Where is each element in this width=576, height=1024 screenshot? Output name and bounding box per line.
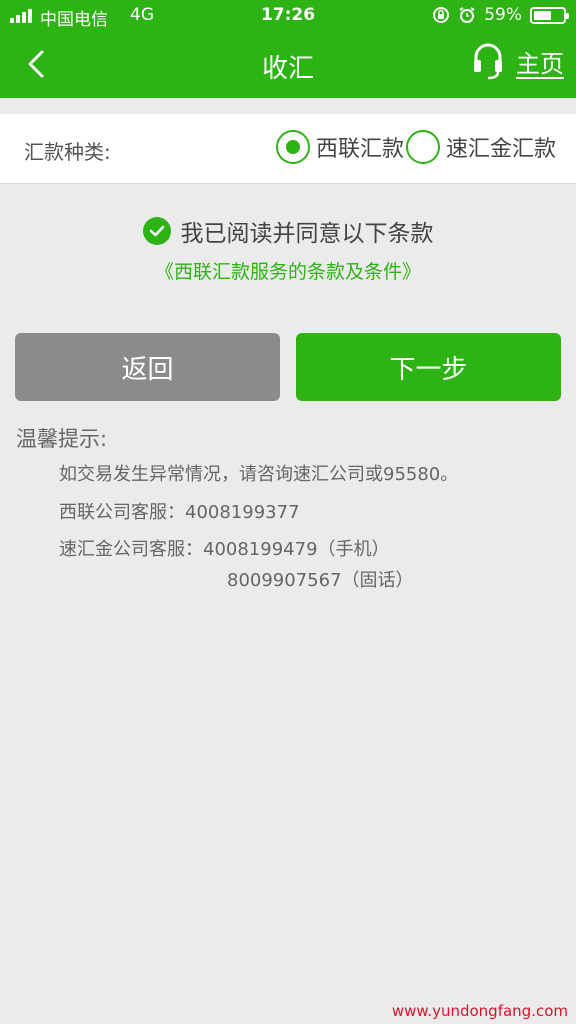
radio-western-union[interactable] [276,130,310,164]
home-label: 主页 [516,49,564,78]
tip-line-2: 西联公司客服：4008199377 [59,502,300,523]
agreement-text: 我已阅读并同意以下条款 [180,221,434,247]
tip-line-1: 如交易发生异常情况，请咨询速汇公司或95580。 [59,464,459,485]
option-label-western-union: 西联汇款 [316,137,405,162]
agreement-checkbox-row[interactable]: 我已阅读并同意以下条款 [0,214,576,248]
status-bar: 中国电信 4G 17:26 59% [0,0,576,32]
back-button[interactable]: 返回 [15,333,280,401]
check-icon[interactable] [142,217,171,245]
next-step-button[interactable]: 下一步 [296,333,561,401]
remit-type-label: 汇款种类: [24,140,111,164]
battery-percent: 59% [484,5,522,25]
remit-type-row: 汇款种类: 西联汇款 速汇金汇款 [0,114,576,184]
option-moneygram[interactable]: 速汇金汇款 [406,130,556,164]
tip-line-4: 8009907567（固话） [227,570,414,591]
orientation-lock-icon [433,7,450,23]
app-header: 中国电信 4G 17:26 59% 收汇 主页 [0,0,576,98]
alarm-icon [459,7,475,23]
radio-moneygram[interactable] [406,130,440,164]
nav-bar: 收汇 主页 [0,32,576,98]
tips-title: 温馨提示: [16,427,108,451]
watermark: www.yundongfang.com [391,1002,568,1020]
option-western-union[interactable]: 西联汇款 [276,130,404,164]
home-button[interactable]: 主页 [472,42,564,80]
battery-fill [534,10,551,20]
terms-link[interactable]: 《西联汇款服务的条款及条件》 [0,257,576,284]
status-right: 59% [432,5,569,25]
tip-line-3: 速汇金公司客服：4008199479（手机） [59,539,390,560]
headset-icon [474,43,502,80]
battery-icon [530,6,569,24]
option-label-moneygram: 速汇金汇款 [446,137,557,162]
